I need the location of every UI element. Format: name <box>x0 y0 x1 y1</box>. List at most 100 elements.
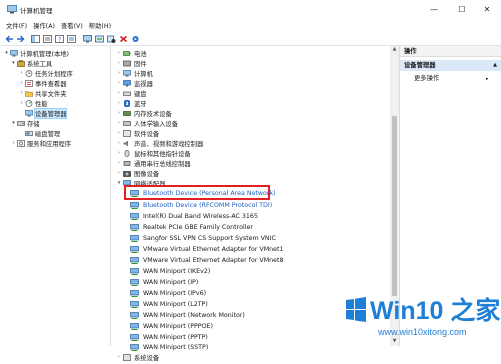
tree-item-services-applications[interactable]: › 服务和应用程序 <box>10 138 71 148</box>
chevron-down-icon[interactable]: ▾ <box>10 120 17 126</box>
tree-item-storage[interactable]: ▾ 存储 <box>10 118 39 128</box>
device-category-label: 监视器 <box>134 80 153 88</box>
battery-icon <box>123 50 131 56</box>
network-adapter-icon <box>130 311 139 319</box>
tree-item-event-viewer[interactable]: › 事件查看器 <box>18 78 66 88</box>
device-category-monitor[interactable]: › 监视器 <box>115 78 153 88</box>
device-category-computer[interactable]: › 计算机 <box>115 68 153 78</box>
tree-item-label: 事件查看器 <box>35 80 67 88</box>
network-adapter-item[interactable]: WAN Miniport (SSTP) <box>130 342 208 352</box>
chevron-down-icon[interactable]: ▾ <box>3 50 10 56</box>
network-adapter-item[interactable]: WAN Miniport (L2TP) <box>130 299 208 309</box>
chevron-right-icon[interactable]: › <box>115 170 123 176</box>
more-actions-label: 更多操作 <box>414 75 440 82</box>
chevron-right-icon[interactable]: › <box>115 130 123 136</box>
chevron-right-icon[interactable]: › <box>18 80 25 86</box>
device-category-label: 鼠标和其他指针设备 <box>134 150 191 158</box>
network-adapter-item[interactable]: Realtek PCIe GBE Family Controller <box>130 222 253 232</box>
network-adapter-item[interactable]: WAN Miniport (IPv6) <box>130 288 206 298</box>
chevron-right-icon[interactable]: › <box>115 120 123 126</box>
network-adapter-item[interactable]: Intel(R) Dual Band Wireless-AC 3165 <box>130 211 258 221</box>
chevron-right-icon[interactable]: › <box>115 50 123 56</box>
device-category-label: 软件设备 <box>134 130 160 138</box>
chevron-right-icon[interactable]: › <box>18 90 25 96</box>
chevron-right-icon[interactable]: › <box>115 100 123 106</box>
network-adapter-label: WAN Miniport (SSTP) <box>143 343 209 351</box>
chevron-right-icon[interactable]: › <box>115 80 123 86</box>
console-tree-icon[interactable] <box>30 33 41 44</box>
network-adapter-label: WAN Miniport (IPv6) <box>143 289 207 297</box>
device-category-keyboard[interactable]: › 键盘 <box>115 88 147 98</box>
tree-item-device-manager[interactable]: 设备管理器 <box>18 107 68 119</box>
toolbox-icon <box>17 59 25 67</box>
properties-icon[interactable] <box>42 33 53 44</box>
scan-hardware-icon[interactable] <box>130 33 141 44</box>
chevron-right-icon[interactable]: › <box>115 70 123 76</box>
network-adapter-item[interactable]: Bluetooth Device (RFCOMM Protocol TDI) <box>130 200 272 210</box>
more-actions-link[interactable]: 更多操作 ▸ <box>414 74 489 84</box>
device-category-software[interactable]: › 软件设备 <box>115 128 159 138</box>
device-category-memory-technology[interactable]: › 内存技术设备 <box>115 108 172 118</box>
network-adapter-item[interactable]: VMware Virtual Ethernet Adapter for VMne… <box>130 244 284 254</box>
chevron-right-icon[interactable]: › <box>115 150 123 156</box>
network-adapter-item[interactable]: WAN Miniport (IKEv2) <box>130 266 210 276</box>
device-category-sound[interactable]: › 声音、视频和游戏控制器 <box>115 138 203 148</box>
forward-icon[interactable] <box>15 33 26 44</box>
chevron-right-icon[interactable]: › <box>115 110 123 116</box>
network-adapter-item[interactable]: VMware Virtual Ethernet Adapter for VMne… <box>130 255 284 265</box>
network-adapter-item[interactable]: WAN Miniport (Network Monitor) <box>130 310 245 320</box>
chevron-right-icon[interactable]: › <box>18 70 25 76</box>
menu-view[interactable]: 查看(V) <box>61 21 83 30</box>
network-adapter-item[interactable]: Sangfor SSL VPN CS Support System VNIC <box>130 233 276 243</box>
chevron-down-icon[interactable]: ▾ <box>115 180 123 186</box>
chevron-right-icon[interactable]: › <box>115 354 123 360</box>
tree-item-performance[interactable]: › 性能 <box>18 98 48 108</box>
computer-icon[interactable] <box>82 33 93 44</box>
device-category-hid[interactable]: › 人体学输入设备 <box>115 118 178 128</box>
device-category-bluetooth[interactable]: › 蓝牙 <box>115 98 147 108</box>
device-category-usb[interactable]: › 通用串行总线控制器 <box>115 158 191 168</box>
menu-action[interactable]: 操作(A) <box>33 21 55 30</box>
tree-item-task-scheduler[interactable]: › 任务计划程序 <box>18 68 73 78</box>
chevron-right-icon[interactable]: › <box>18 100 25 106</box>
network-adapter-label: WAN Miniport (PPTP) <box>143 333 208 341</box>
menu-help[interactable]: 帮助(H) <box>89 21 111 30</box>
help-icon[interactable]: ? <box>54 33 65 44</box>
disable-device-icon[interactable] <box>106 33 117 44</box>
device-category-battery[interactable]: › 电池 <box>115 48 147 58</box>
back-icon[interactable] <box>4 33 15 44</box>
device-category-system-devices[interactable]: › 系统设备 <box>115 352 159 362</box>
tree-item-disk-management[interactable]: 磁盘管理 <box>18 128 60 138</box>
tree-item-system-tools[interactable]: ▾ 系统工具 <box>10 58 52 68</box>
actions-section-device-manager[interactable]: 设备管理器 ▲ <box>400 60 501 71</box>
device-category-mouse[interactable]: › 鼠标和其他指针设备 <box>115 148 191 158</box>
view-icon[interactable] <box>66 33 77 44</box>
uninstall-device-icon[interactable] <box>118 33 129 44</box>
network-adapter-item[interactable]: WAN Miniport (PPTP) <box>130 332 208 342</box>
device-category-imaging[interactable]: › 图像设备 <box>115 168 159 178</box>
network-adapter-icon <box>130 245 139 253</box>
chevron-right-icon[interactable]: › <box>115 60 123 66</box>
collapse-arrow-icon[interactable]: ▲ <box>493 60 497 71</box>
network-adapter-item[interactable]: WAN Miniport (IP) <box>130 277 198 287</box>
network-adapter-label: Intel(R) Dual Band Wireless-AC 3165 <box>143 212 258 220</box>
tree-item-computer-management[interactable]: ▾ 计算机管理(本地) <box>3 48 69 58</box>
minimize-button[interactable]: — <box>428 4 440 15</box>
network-adapter-icon <box>130 333 139 341</box>
chevron-right-icon[interactable]: › <box>10 140 17 146</box>
chevron-right-icon[interactable]: › <box>115 140 123 146</box>
device-category-firmware[interactable]: › 固件 <box>115 58 147 68</box>
network-adapter-label: WAN Miniport (L2TP) <box>143 300 208 308</box>
scrollbar-thumb[interactable] <box>392 116 397 296</box>
update-driver-icon[interactable] <box>94 33 105 44</box>
close-button[interactable]: ✕ <box>481 4 493 15</box>
network-adapter-item[interactable]: WAN Miniport (PPPOE) <box>130 321 213 331</box>
tree-item-shared-folders[interactable]: › 共享文件夹 <box>18 88 67 98</box>
chevron-right-icon[interactable]: › <box>115 90 123 96</box>
device-category-label: 蓝牙 <box>134 100 147 108</box>
chevron-right-icon[interactable]: › <box>115 160 123 166</box>
menu-file[interactable]: 文件(F) <box>6 21 27 30</box>
scroll-up-icon[interactable]: ▲ <box>390 46 399 54</box>
chevron-down-icon[interactable]: ▾ <box>10 60 17 66</box>
maximize-button[interactable]: ☐ <box>456 4 468 15</box>
